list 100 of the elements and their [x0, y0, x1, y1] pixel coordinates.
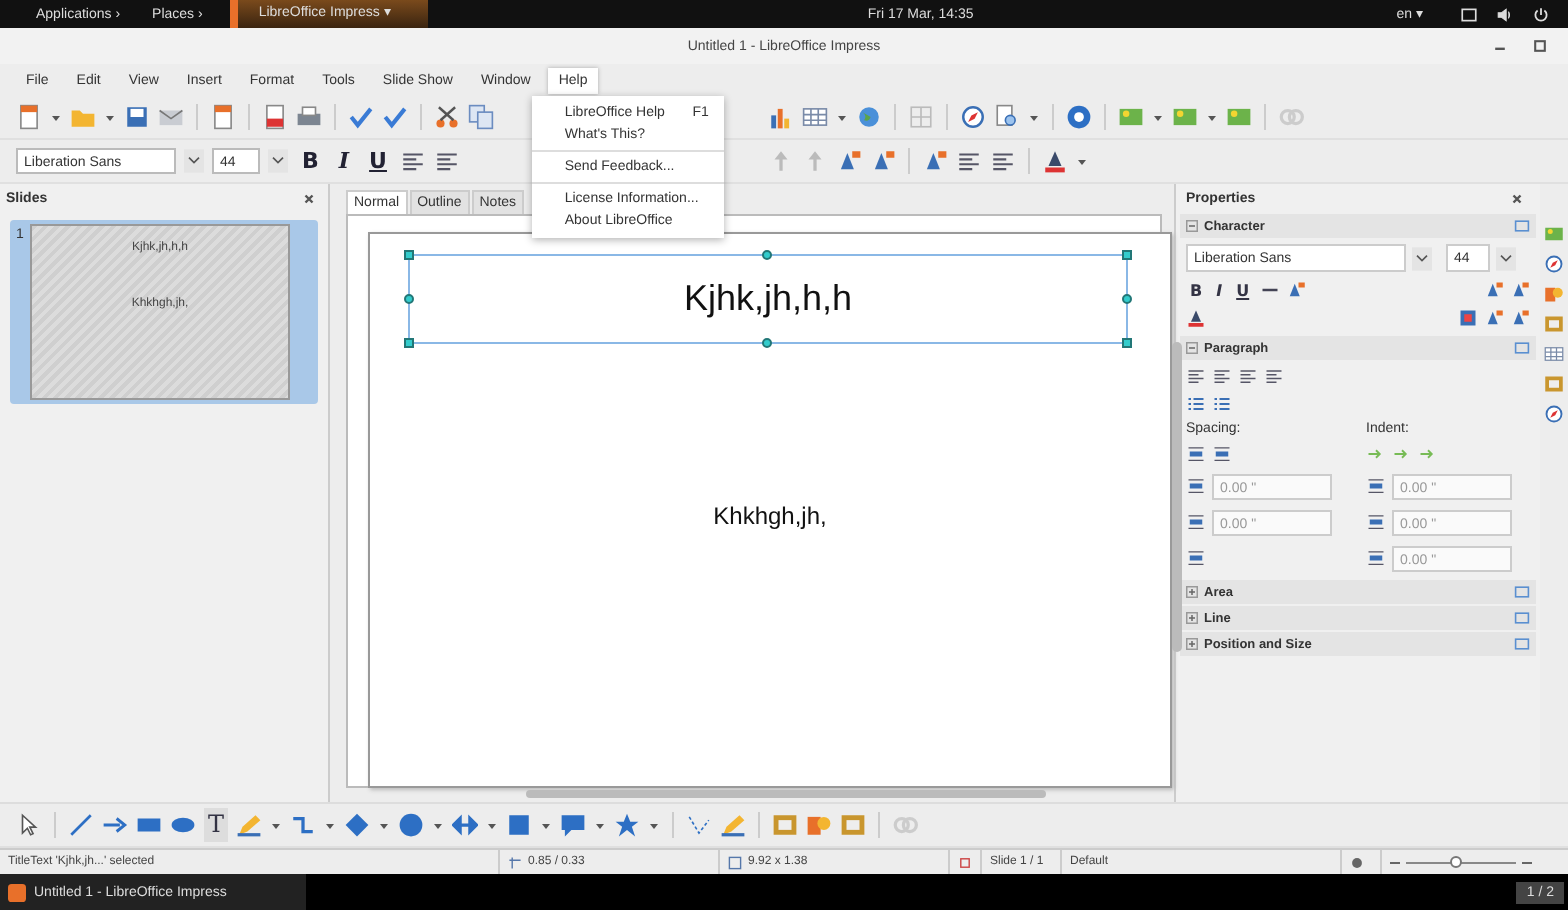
- document-icon[interactable]: [16, 104, 42, 130]
- compass-icon[interactable]: [1544, 404, 1564, 424]
- close-icon[interactable]: [1510, 191, 1524, 205]
- title-text-box[interactable]: Kjhk,jh,h,h: [408, 254, 1128, 344]
- resize-handle[interactable]: [404, 293, 414, 303]
- save-icon[interactable]: [124, 104, 150, 130]
- align-icon[interactable]: [1186, 366, 1206, 386]
- align-icon[interactable]: [1238, 366, 1258, 386]
- resize-handle[interactable]: [1122, 250, 1132, 260]
- magnifier-icon[interactable]: [994, 104, 1020, 130]
- list-icon[interactable]: [1212, 394, 1232, 414]
- scissors-icon[interactable]: [434, 104, 460, 130]
- compass-icon[interactable]: [960, 104, 986, 130]
- caret-icon[interactable]: [50, 111, 62, 123]
- checkmark-icon[interactable]: [382, 104, 408, 130]
- caret-icon[interactable]: [1152, 111, 1164, 123]
- dropdown-icon[interactable]: [1412, 245, 1432, 271]
- compass-icon[interactable]: [1544, 254, 1564, 274]
- network-icon[interactable]: [1460, 5, 1478, 23]
- dropdown-icon[interactable]: [184, 148, 204, 174]
- align-icon[interactable]: [990, 148, 1016, 174]
- line-spacing-icon[interactable]: [1186, 548, 1206, 568]
- caret-icon[interactable]: [594, 819, 607, 831]
- double-arrow-icon[interactable]: [452, 812, 479, 838]
- table-icon[interactable]: [802, 104, 828, 130]
- caret-icon[interactable]: [540, 819, 553, 831]
- highlight-icon[interactable]: [1458, 308, 1478, 328]
- format-button[interactable]: I: [1212, 281, 1227, 299]
- shapes-icon[interactable]: [806, 812, 833, 838]
- ellipse-icon[interactable]: [170, 812, 196, 838]
- expand-icon[interactable]: [1186, 638, 1198, 650]
- caret-icon[interactable]: [270, 819, 283, 831]
- list-icon[interactable]: [1186, 394, 1206, 414]
- caret-icon[interactable]: [836, 111, 848, 123]
- format-button[interactable]: U: [1232, 281, 1254, 299]
- resize-handle[interactable]: [404, 338, 414, 348]
- collapse-icon[interactable]: [1186, 220, 1198, 232]
- bar-chart-icon[interactable]: [768, 104, 794, 130]
- volume-icon[interactable]: [1496, 5, 1514, 23]
- star-icon[interactable]: [614, 812, 641, 838]
- align-icon[interactable]: [1212, 366, 1232, 386]
- resize-handle[interactable]: [762, 338, 772, 348]
- table-icon[interactable]: [1544, 344, 1564, 364]
- document-icon[interactable]: [210, 104, 236, 130]
- globe-icon[interactable]: [856, 104, 882, 130]
- more-options-icon[interactable]: [1514, 340, 1530, 356]
- pencil-icon[interactable]: [236, 812, 263, 838]
- dropdown-icon[interactable]: [268, 148, 288, 174]
- line-icon[interactable]: [68, 812, 94, 838]
- copy-icon[interactable]: [468, 104, 494, 130]
- format-button[interactable]: U: [363, 148, 393, 174]
- frame-icon[interactable]: [1544, 374, 1564, 394]
- more-options-icon[interactable]: [1514, 218, 1530, 234]
- pointer-icon[interactable]: [16, 812, 42, 838]
- align-icon[interactable]: [400, 148, 427, 174]
- resize-handle[interactable]: [1122, 338, 1132, 348]
- power-icon[interactable]: [1532, 5, 1550, 23]
- font-color-icon[interactable]: [1042, 148, 1068, 174]
- caret-icon[interactable]: [104, 111, 116, 123]
- close-icon[interactable]: [302, 191, 316, 205]
- format-button[interactable]: B: [296, 148, 325, 174]
- caret-icon[interactable]: [1028, 111, 1040, 123]
- expand-icon[interactable]: [1186, 586, 1198, 598]
- text-tool-button[interactable]: T: [204, 808, 229, 842]
- circle-icon[interactable]: [398, 812, 425, 838]
- shapes-icon[interactable]: [1544, 284, 1564, 304]
- polyline-icon[interactable]: [686, 812, 713, 838]
- format-button[interactable]: I: [332, 148, 356, 174]
- square-icon[interactable]: [506, 812, 533, 838]
- resize-handle[interactable]: [1122, 293, 1132, 303]
- caret-icon[interactable]: [648, 819, 661, 831]
- align-icon[interactable]: [956, 148, 982, 174]
- align-icon[interactable]: [434, 148, 461, 174]
- pdf-document-icon[interactable]: [262, 104, 288, 130]
- dropdown-icon[interactable]: [1496, 245, 1516, 271]
- frame-icon[interactable]: [840, 812, 867, 838]
- caret-icon[interactable]: [324, 819, 337, 831]
- checkmark-icon[interactable]: [348, 104, 374, 130]
- scrollbar-thumb[interactable]: [526, 790, 1046, 798]
- arrow-icon[interactable]: [102, 812, 128, 838]
- format-button[interactable]: B: [1186, 281, 1207, 299]
- connector-icon[interactable]: [290, 812, 317, 838]
- align-icon[interactable]: [1264, 366, 1284, 386]
- pencil-icon[interactable]: [720, 812, 747, 838]
- spacing-icon[interactable]: [1212, 444, 1232, 464]
- spacing-icon[interactable]: [1186, 444, 1206, 464]
- caret-icon[interactable]: [378, 819, 391, 831]
- font-color-icon[interactable]: [1186, 308, 1206, 328]
- caret-icon[interactable]: [486, 819, 499, 831]
- printer-icon[interactable]: [296, 104, 322, 130]
- envelope-icon[interactable]: [158, 104, 184, 130]
- expand-icon[interactable]: [1186, 612, 1198, 624]
- resize-handle[interactable]: [404, 250, 414, 260]
- zoom-slider-thumb[interactable]: [1449, 855, 1462, 867]
- speech-bubble-icon[interactable]: [560, 812, 587, 838]
- resize-handle[interactable]: [762, 250, 772, 260]
- maximize-icon[interactable]: [1532, 38, 1548, 54]
- caret-icon[interactable]: [432, 819, 445, 831]
- frame-icon[interactable]: [1544, 314, 1564, 334]
- scrollbar-thumb[interactable]: [1172, 342, 1182, 652]
